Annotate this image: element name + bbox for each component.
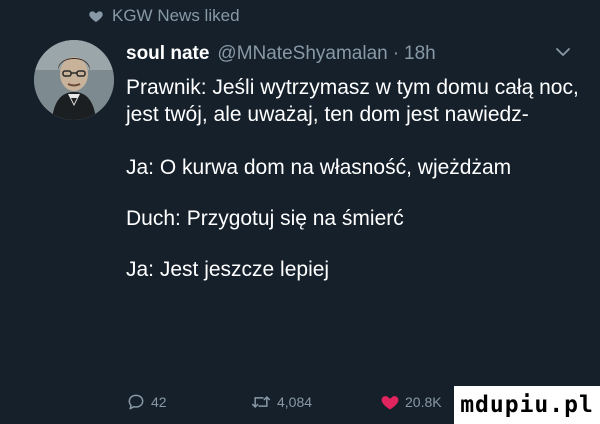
tweet-paragraph: Ja: Jest jeszcze lepiej xyxy=(126,258,330,281)
author-handle[interactable]: @MNateShyamalan xyxy=(217,43,387,65)
like-button[interactable]: 20.8K xyxy=(380,390,442,414)
tweet-text: Prawnik: Jeśli wytrzymasz w tym domu cał… xyxy=(126,74,586,307)
tweet-paragraph: Ja: O kurwa dom na własność, wjeżdżam xyxy=(126,156,512,179)
tweet-paragraph: Prawnik: Jeśli wytrzymasz w tym domu cał… xyxy=(126,76,579,126)
watermark-logo: mdupiu.pl xyxy=(454,386,600,424)
retweet-button[interactable]: 4,084 xyxy=(250,390,312,414)
tweet-paragraph: Duch: Przygotuj się na śmierć xyxy=(126,207,404,230)
author-display-name[interactable]: soul nate xyxy=(126,43,209,65)
avatar-image xyxy=(34,40,114,120)
tweet-timestamp[interactable]: 18h xyxy=(404,43,436,65)
retweet-count: 4,084 xyxy=(277,394,313,410)
retweet-icon xyxy=(251,395,271,409)
reply-count: 42 xyxy=(151,394,167,410)
reply-icon xyxy=(128,394,144,410)
heart-icon xyxy=(89,11,103,22)
chevron-down-icon[interactable] xyxy=(555,46,571,58)
watermark-text: mdupiu.pl xyxy=(460,392,594,418)
social-context-text: KGW News liked xyxy=(112,6,240,25)
tweet-header: soul nate @MNateShyamalan · 18h xyxy=(126,40,436,68)
header-separator: · xyxy=(392,43,400,64)
heart-icon xyxy=(381,396,399,410)
avatar[interactable] xyxy=(34,40,114,120)
reply-button[interactable]: 42 xyxy=(126,390,167,414)
like-count: 20.8K xyxy=(405,394,442,410)
social-context: KGW News liked xyxy=(88,5,240,27)
